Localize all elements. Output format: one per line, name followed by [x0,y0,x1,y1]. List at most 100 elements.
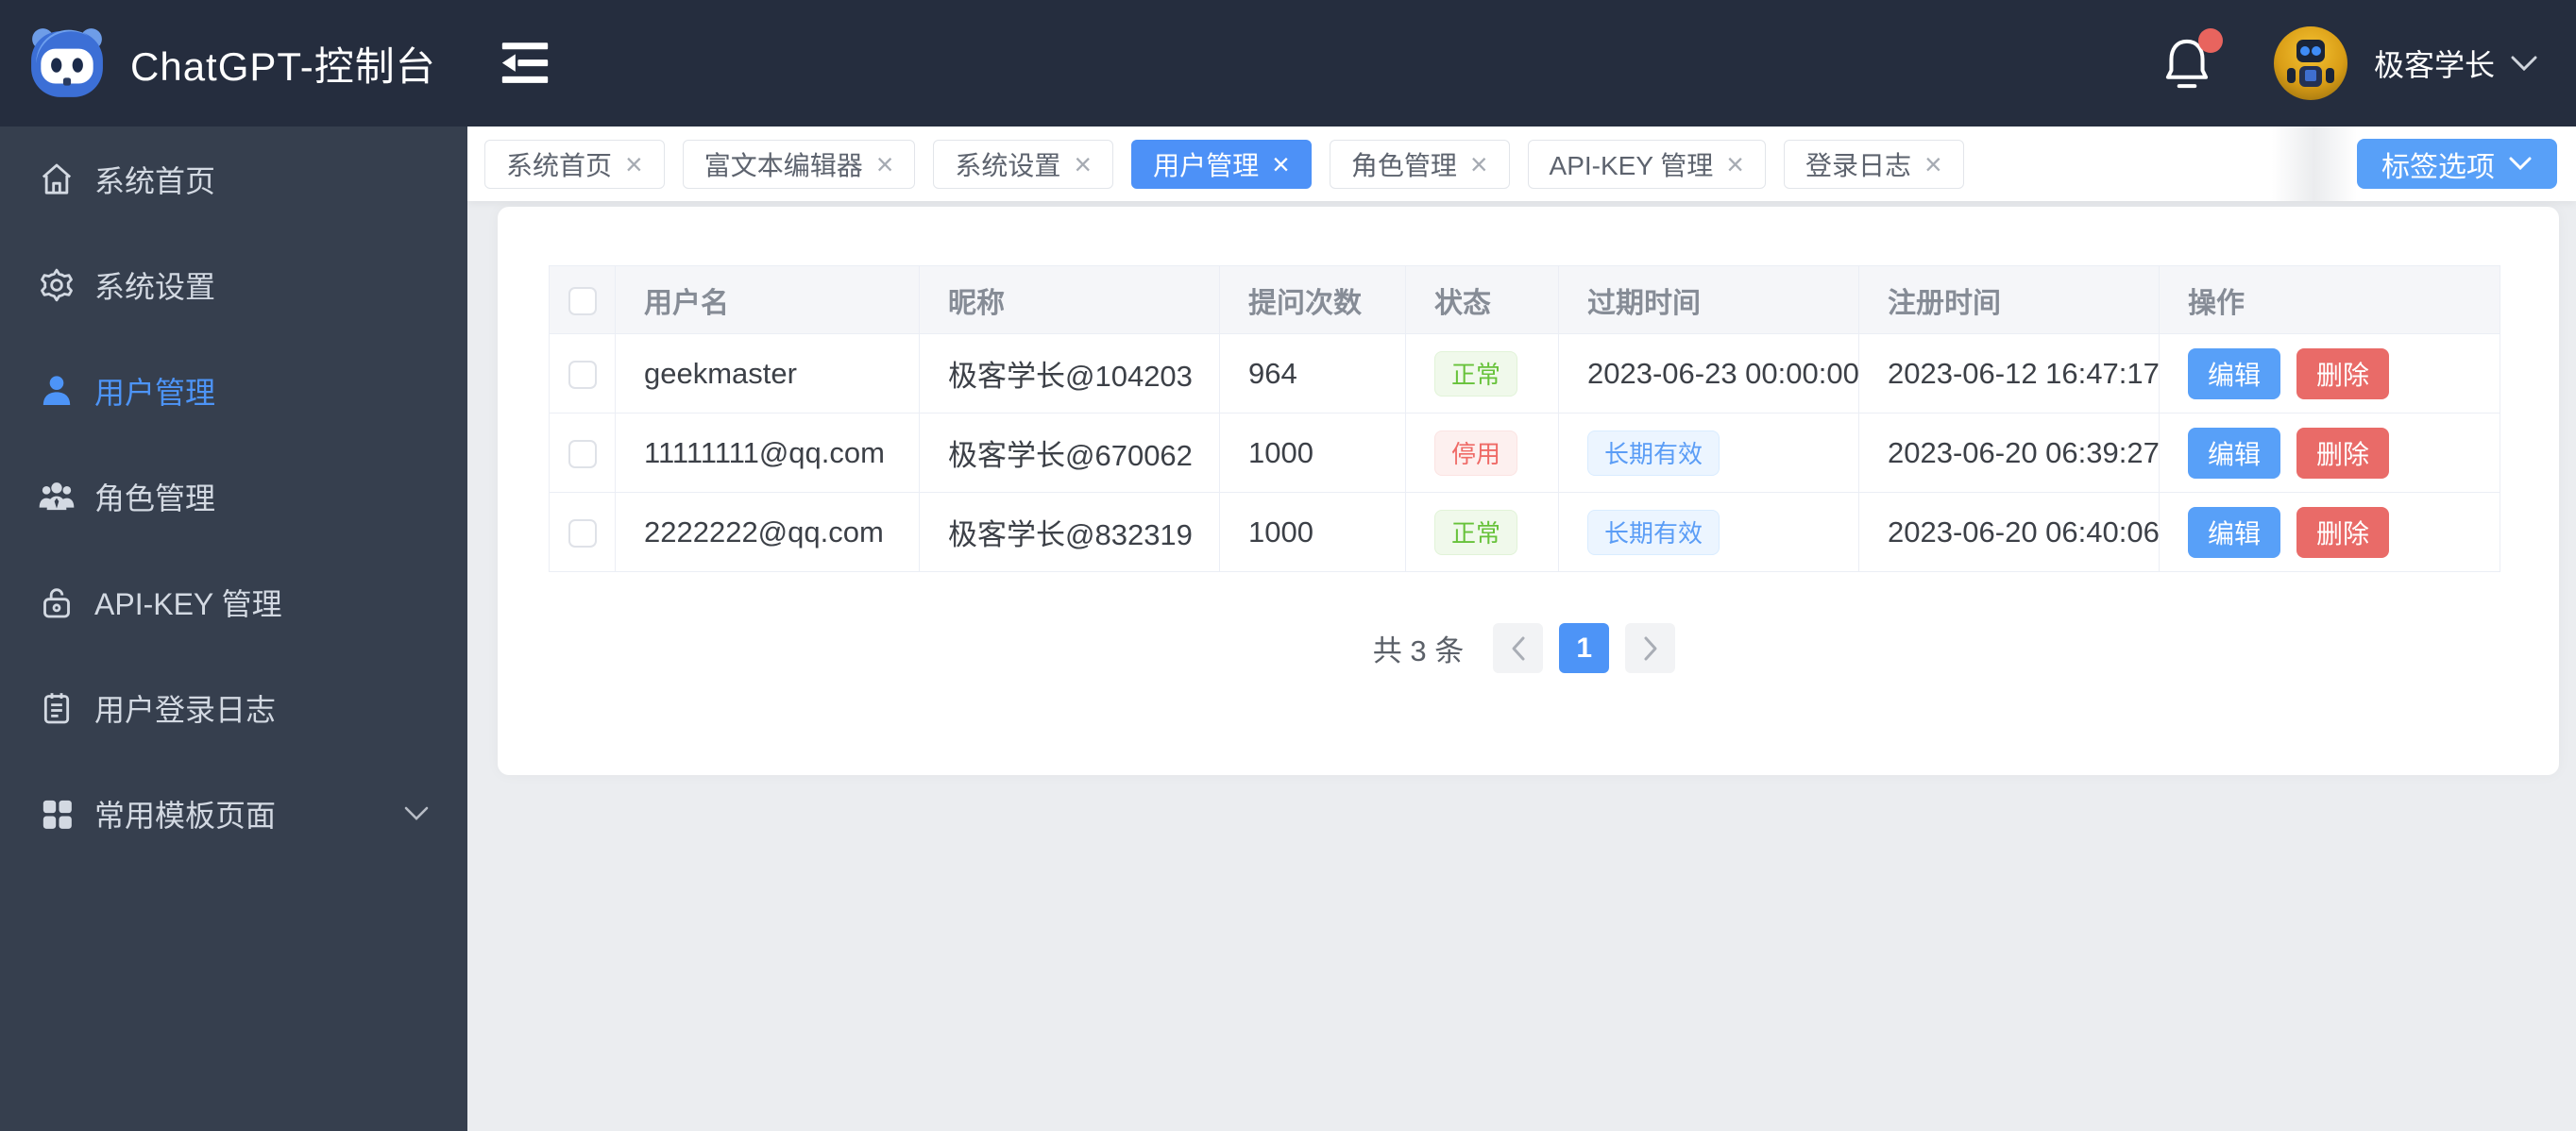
column-header: 状态 [1405,265,1559,334]
tab-label: API-KEY 管理 [1549,150,1714,180]
sidebar-item-login-log[interactable]: 用户登录日志 [0,655,467,761]
journal-icon [36,687,77,729]
cell-register-time: 2023-06-12 16:47:17 [1858,333,2160,414]
tab-role-management[interactable]: 角色管理 × [1329,139,1510,189]
status-badge: 停用 [1434,430,1518,476]
cell-question-count: 964 [1219,333,1406,414]
tab-label: 系统首页 [506,150,613,180]
app-title: ChatGPT-控制台 [130,43,436,89]
avatar[interactable] [2273,26,2347,100]
tag-options-button[interactable]: 标签选项 [2357,139,2557,189]
sidebar-item-api-key[interactable]: API-KEY 管理 [0,549,467,655]
table-row: 11111111@qq.com 极客学长@670062 1000 停用 长期有效 2023… [549,413,2500,493]
tab-label: 用户管理 [1153,150,1260,180]
tab-user-management[interactable]: 用户管理 × [1131,139,1312,189]
lock-icon [36,582,77,623]
sidebar-item-label: 用户管理 [94,376,216,410]
pagination-page-1[interactable]: 1 [1559,623,1610,673]
column-header: 昵称 [919,265,1220,334]
row-checkbox[interactable] [568,519,597,549]
close-icon[interactable]: × [1924,149,1942,179]
table-row: geekmaster 极客学长@104203 964 正常 2023-06-23 00:… [549,333,2500,414]
pagination-next-button[interactable] [1625,623,1676,673]
app-header: ChatGPT-控制台 极客学长 [0,0,2576,127]
pagination-prev-button[interactable] [1493,623,1544,673]
cell-username: 11111111@qq.com [615,413,920,493]
cell-username: geekmaster [615,333,920,414]
tab-label: 角色管理 [1350,150,1457,180]
column-header: 注册时间 [1858,265,2160,334]
delete-button[interactable]: 删除 [2296,506,2390,558]
column-header: 过期时间 [1558,265,1859,334]
table-row: 2222222@qq.com 极客学长@832319 1000 正常 长期有效 2023-… [549,492,2500,572]
pagination-total: 共 3 条 [1372,634,1465,667]
user-table: 用户名 昵称 提问次数 状态 过期时间 注册时间 操作 geekmaster 极客学长@104… [549,265,2500,572]
user-icon [36,370,77,412]
sidebar-item-label: 系统设置 [94,270,216,304]
tab-label: 系统设置 [955,150,1061,180]
expire-badge: 长期有效 [1587,509,1720,555]
delete-button[interactable]: 删除 [2296,427,2390,479]
user-table-card: 用户名 昵称 提问次数 状态 过期时间 注册时间 操作 geekmaster 极客学长@104… [498,207,2559,775]
close-icon[interactable]: × [1470,149,1488,179]
team-icon [36,476,77,517]
close-icon[interactable]: × [876,149,894,179]
column-header: 操作 [2159,265,2500,334]
sidebar-item-home[interactable]: 系统首页 [0,127,467,232]
close-icon[interactable]: × [1272,149,1290,179]
sidebar-item-user-management[interactable]: 用户管理 [0,338,467,444]
app-logo-icon [28,25,106,102]
column-header: 提问次数 [1219,265,1406,334]
sidebar-item-label: 角色管理 [94,481,216,515]
sidebar-item-system-settings[interactable]: 系统设置 [0,232,467,338]
cell-question-count: 1000 [1219,492,1406,572]
tab-scroll-fade [2272,127,2357,201]
notification-badge [2197,28,2223,53]
cell-register-time: 2023-06-20 06:39:27 [1858,413,2160,493]
close-icon[interactable]: × [625,149,643,179]
pagination: 共 3 条 1 [549,623,2500,673]
sidebar-collapse-icon[interactable] [499,42,551,84]
tab-api-key[interactable]: API-KEY 管理 × [1527,139,1766,189]
cell-question-count: 1000 [1219,413,1406,493]
delete-button[interactable]: 删除 [2296,347,2390,399]
sidebar-item-role-management[interactable]: 角色管理 [0,444,467,549]
sidebar-item-label: 系统首页 [94,164,216,198]
expire-time: 2023-06-23 00:00:00 [1587,356,1859,390]
cell-register-time: 2023-06-20 06:40:06 [1858,492,2160,572]
notification-bell-icon[interactable] [2162,28,2223,91]
status-badge: 正常 [1434,509,1518,555]
sidebar-item-label: API-KEY 管理 [94,587,282,621]
sidebar-item-templates[interactable]: 常用模板页面 [0,761,467,867]
gear-icon [36,264,77,306]
close-icon[interactable]: × [1726,149,1744,179]
tab-label: 富文本编辑器 [703,150,863,180]
edit-button[interactable]: 编辑 [2188,427,2281,479]
row-checkbox[interactable] [568,440,597,469]
tab-login-log[interactable]: 登录日志 × [1783,139,1964,189]
username[interactable]: 极客学长 [2374,42,2495,85]
sidebar-item-label: 常用模板页面 [94,799,277,833]
grid-icon [36,793,77,835]
home-icon [36,159,77,200]
status-badge: 正常 [1434,350,1518,397]
select-all-checkbox[interactable] [568,286,597,315]
cell-nickname: 极客学长@670062 [919,413,1220,493]
close-icon[interactable]: × [1074,149,1092,179]
cell-nickname: 极客学长@104203 [919,333,1220,414]
chevron-down-icon [403,805,430,822]
tab-system-settings[interactable]: 系统设置 × [933,139,1114,189]
tag-bar: 系统首页 × 富文本编辑器 × 系统设置 × 用户管理 × 角色管理 × API-KEY 管理 × 登录… [467,127,2576,201]
tab-rich-text-editor[interactable]: 富文本编辑器 × [682,139,916,189]
column-header: 用户名 [615,265,920,334]
tag-options-label: 标签选项 [2381,151,2495,183]
cell-nickname: 极客学长@832319 [919,492,1220,572]
cell-username: 2222222@qq.com [615,492,920,572]
tab-home[interactable]: 系统首页 × [484,139,665,189]
main-content: 用户名 昵称 提问次数 状态 过期时间 注册时间 操作 geekmaster 极客学长@104… [467,201,2576,1131]
sidebar-item-label: 用户登录日志 [94,693,277,727]
user-menu-chevron-down-icon[interactable] [2510,54,2538,73]
row-checkbox[interactable] [568,361,597,390]
edit-button[interactable]: 编辑 [2188,506,2281,558]
edit-button[interactable]: 编辑 [2188,347,2281,399]
